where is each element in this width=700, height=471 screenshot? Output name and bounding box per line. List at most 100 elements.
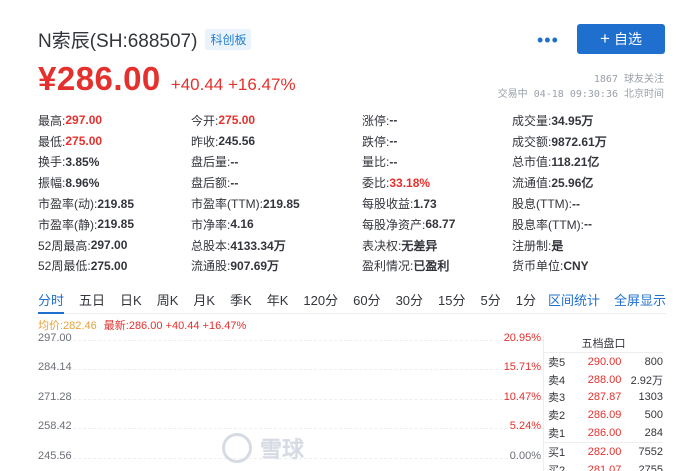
tab-9[interactable]: 30分 <box>396 290 423 314</box>
tab-5[interactable]: 季K <box>230 290 252 314</box>
order-volume: 2.92万 <box>630 374 663 387</box>
quote-label: 市盈率(TTM): <box>191 197 263 212</box>
tab-8[interactable]: 60分 <box>353 290 380 314</box>
quote-value: -- <box>389 113 398 128</box>
quote-value: 297.00 <box>90 238 128 253</box>
quote-cell: 量比: -- <box>362 153 512 170</box>
quote-label: 市净率: <box>191 217 231 232</box>
quote-value: 9872.61万 <box>551 134 607 149</box>
quote-value: 已盈利 <box>413 259 450 274</box>
price-axis-label: 258.42 <box>38 420 72 433</box>
tab-10[interactable]: 15分 <box>438 290 465 314</box>
percent-axis-label: 0.00% <box>509 449 541 462</box>
order-level: 卖2 <box>548 410 566 423</box>
board-tag[interactable]: 科创板 <box>205 29 252 50</box>
quote-cell: 成交额: 9872.61万 <box>512 133 668 150</box>
more-icon[interactable]: ••• <box>537 30 559 51</box>
tab-4[interactable]: 月K <box>193 290 215 314</box>
quote-cell: 总市值: 118.21亿 <box>512 153 668 170</box>
quote-cell: 涨停: -- <box>362 112 512 129</box>
tab-6[interactable]: 年K <box>267 290 289 314</box>
order-book-row: 买1 282.00 7552 <box>544 443 663 461</box>
tab-3[interactable]: 周K <box>157 290 179 314</box>
chart-gridline <box>38 369 543 371</box>
chart-gridline <box>38 340 543 341</box>
quote-row: 52周最低: 275.00 流通股: 907.69万 盈利情况: 已盈利 货币单位: CNY <box>38 256 668 277</box>
order-level: 买2 <box>548 464 566 471</box>
quote-cell: 表决权: 无差异 <box>362 237 512 254</box>
percent-axis-label: 20.95% <box>503 332 541 344</box>
tab-7[interactable]: 120分 <box>303 290 338 314</box>
order-book-asks: 卖5 290.00 800 卖4 288.00 2.92万 卖3 287.87 1303 卖2 28… <box>544 353 663 442</box>
order-level: 卖5 <box>548 356 566 369</box>
quote-row: 最高: 297.00 今开: 275.00 涨停: -- 成交量: 34.95万 <box>38 110 668 131</box>
quote-label: 换手: <box>38 155 66 170</box>
quote-label: 52周最高: <box>38 238 91 253</box>
quote-cell: 总股本: 4133.34万 <box>191 237 362 254</box>
quote-label: 货币单位: <box>512 259 564 274</box>
quote-value: 34.95万 <box>551 113 594 128</box>
quote-cell: 昨收: 245.56 <box>191 133 362 150</box>
quote-row: 52周最高: 297.00 总股本: 4133.34万 表决权: 无差异 注册制: 是 <box>38 235 668 256</box>
percent-axis-label: 15.71% <box>503 361 541 374</box>
followers-count[interactable]: 1867 球友关注 <box>498 72 664 87</box>
quote-cell: 注册制: 是 <box>512 237 668 254</box>
current-price: ¥286.00 <box>38 60 161 97</box>
range-stats-link[interactable]: 区间统计 <box>548 290 600 312</box>
quote-label: 盘后量: <box>191 155 231 170</box>
fullscreen-link[interactable]: 全屏显示 <box>614 290 666 312</box>
quote-row: 最低: 275.00 昨收: 245.56 跌停: -- 成交额: 9872.61万 <box>38 131 668 152</box>
quote-row: 市盈率(静): 219.85 市净率: 4.16 每股净资产: 68.77 股息率(TTM)… <box>38 214 668 235</box>
quote-meta: 1867 球友关注 交易中 04-18 09:30:36 北京时间 <box>498 72 664 102</box>
quote-value: 118.21亿 <box>551 155 600 170</box>
quote-label: 振幅: <box>38 176 66 191</box>
plus-icon: + <box>600 29 610 48</box>
tab-1[interactable]: 五日 <box>79 290 105 314</box>
quote-label: 股息率(TTM): <box>512 217 584 232</box>
add-favorite-button[interactable]: + 自选 <box>577 24 665 54</box>
quote-label: 流通值: <box>512 176 552 191</box>
quote-label: 表决权: <box>362 238 402 253</box>
price-axis-label: 297.00 <box>38 332 72 344</box>
quote-value: -- <box>583 217 592 232</box>
quote-label: 跌停: <box>362 134 390 149</box>
quote-label: 最高: <box>38 113 66 128</box>
order-volume: 7552 <box>638 445 663 458</box>
quote-value: -- <box>571 196 580 211</box>
quote-cell: 股息(TTM): -- <box>512 195 668 212</box>
order-volume: 500 <box>644 409 663 422</box>
order-level: 卖3 <box>548 392 566 405</box>
tab-0[interactable]: 分时 <box>38 290 65 314</box>
add-favorite-label: 自选 <box>613 31 642 47</box>
quote-label: 每股净资产: <box>362 217 426 232</box>
chart-legend: 均价:282.46 最新:286.00 +40.44 +16.47% <box>38 317 246 333</box>
quote-label: 最低: <box>38 134 66 149</box>
quote-label: 量比: <box>362 155 390 170</box>
order-price: 281.07 <box>587 463 622 471</box>
price-axis-label: 245.56 <box>38 449 72 462</box>
price-row: ¥286.00 +40.44 +16.47% <box>38 60 296 98</box>
order-book: 五档盘口 卖5 290.00 800 卖4 288.00 2.92万 卖3 287.87 130… <box>543 335 663 471</box>
quote-cell: 换手: 3.85% <box>38 153 191 170</box>
quote-value: 3.85% <box>65 154 100 169</box>
quote-label: 股息(TTM): <box>512 197 572 212</box>
quote-cell: 市盈率(TTM): 219.85 <box>191 195 362 212</box>
quote-value: -- <box>389 154 398 169</box>
tab-11[interactable]: 5分 <box>481 290 501 314</box>
tab-2[interactable]: 日K <box>120 290 142 314</box>
stock-name: N索辰(SH:688507) <box>38 31 198 52</box>
quote-label: 昨收: <box>191 134 219 149</box>
quote-label: 涨停: <box>362 113 390 128</box>
quote-cell: 每股净资产: 68.77 <box>362 216 512 233</box>
quote-cell: 最高: 297.00 <box>38 112 191 129</box>
price-axis-label: 284.14 <box>38 361 72 374</box>
tab-12[interactable]: 1分 <box>516 290 536 314</box>
quote-cell: 股息率(TTM): -- <box>512 216 668 233</box>
order-volume: 284 <box>644 427 663 440</box>
quote-label: 市盈率(静): <box>38 217 98 232</box>
quote-row: 振幅: 8.96% 盘后额: -- 委比: 33.18% 流通值: 25.96亿 <box>38 172 668 193</box>
order-book-row: 卖5 290.00 800 <box>544 353 663 371</box>
quote-cell: 52周最高: 297.00 <box>38 237 191 254</box>
order-price: 282.00 <box>587 445 622 458</box>
order-volume: 800 <box>644 355 663 368</box>
